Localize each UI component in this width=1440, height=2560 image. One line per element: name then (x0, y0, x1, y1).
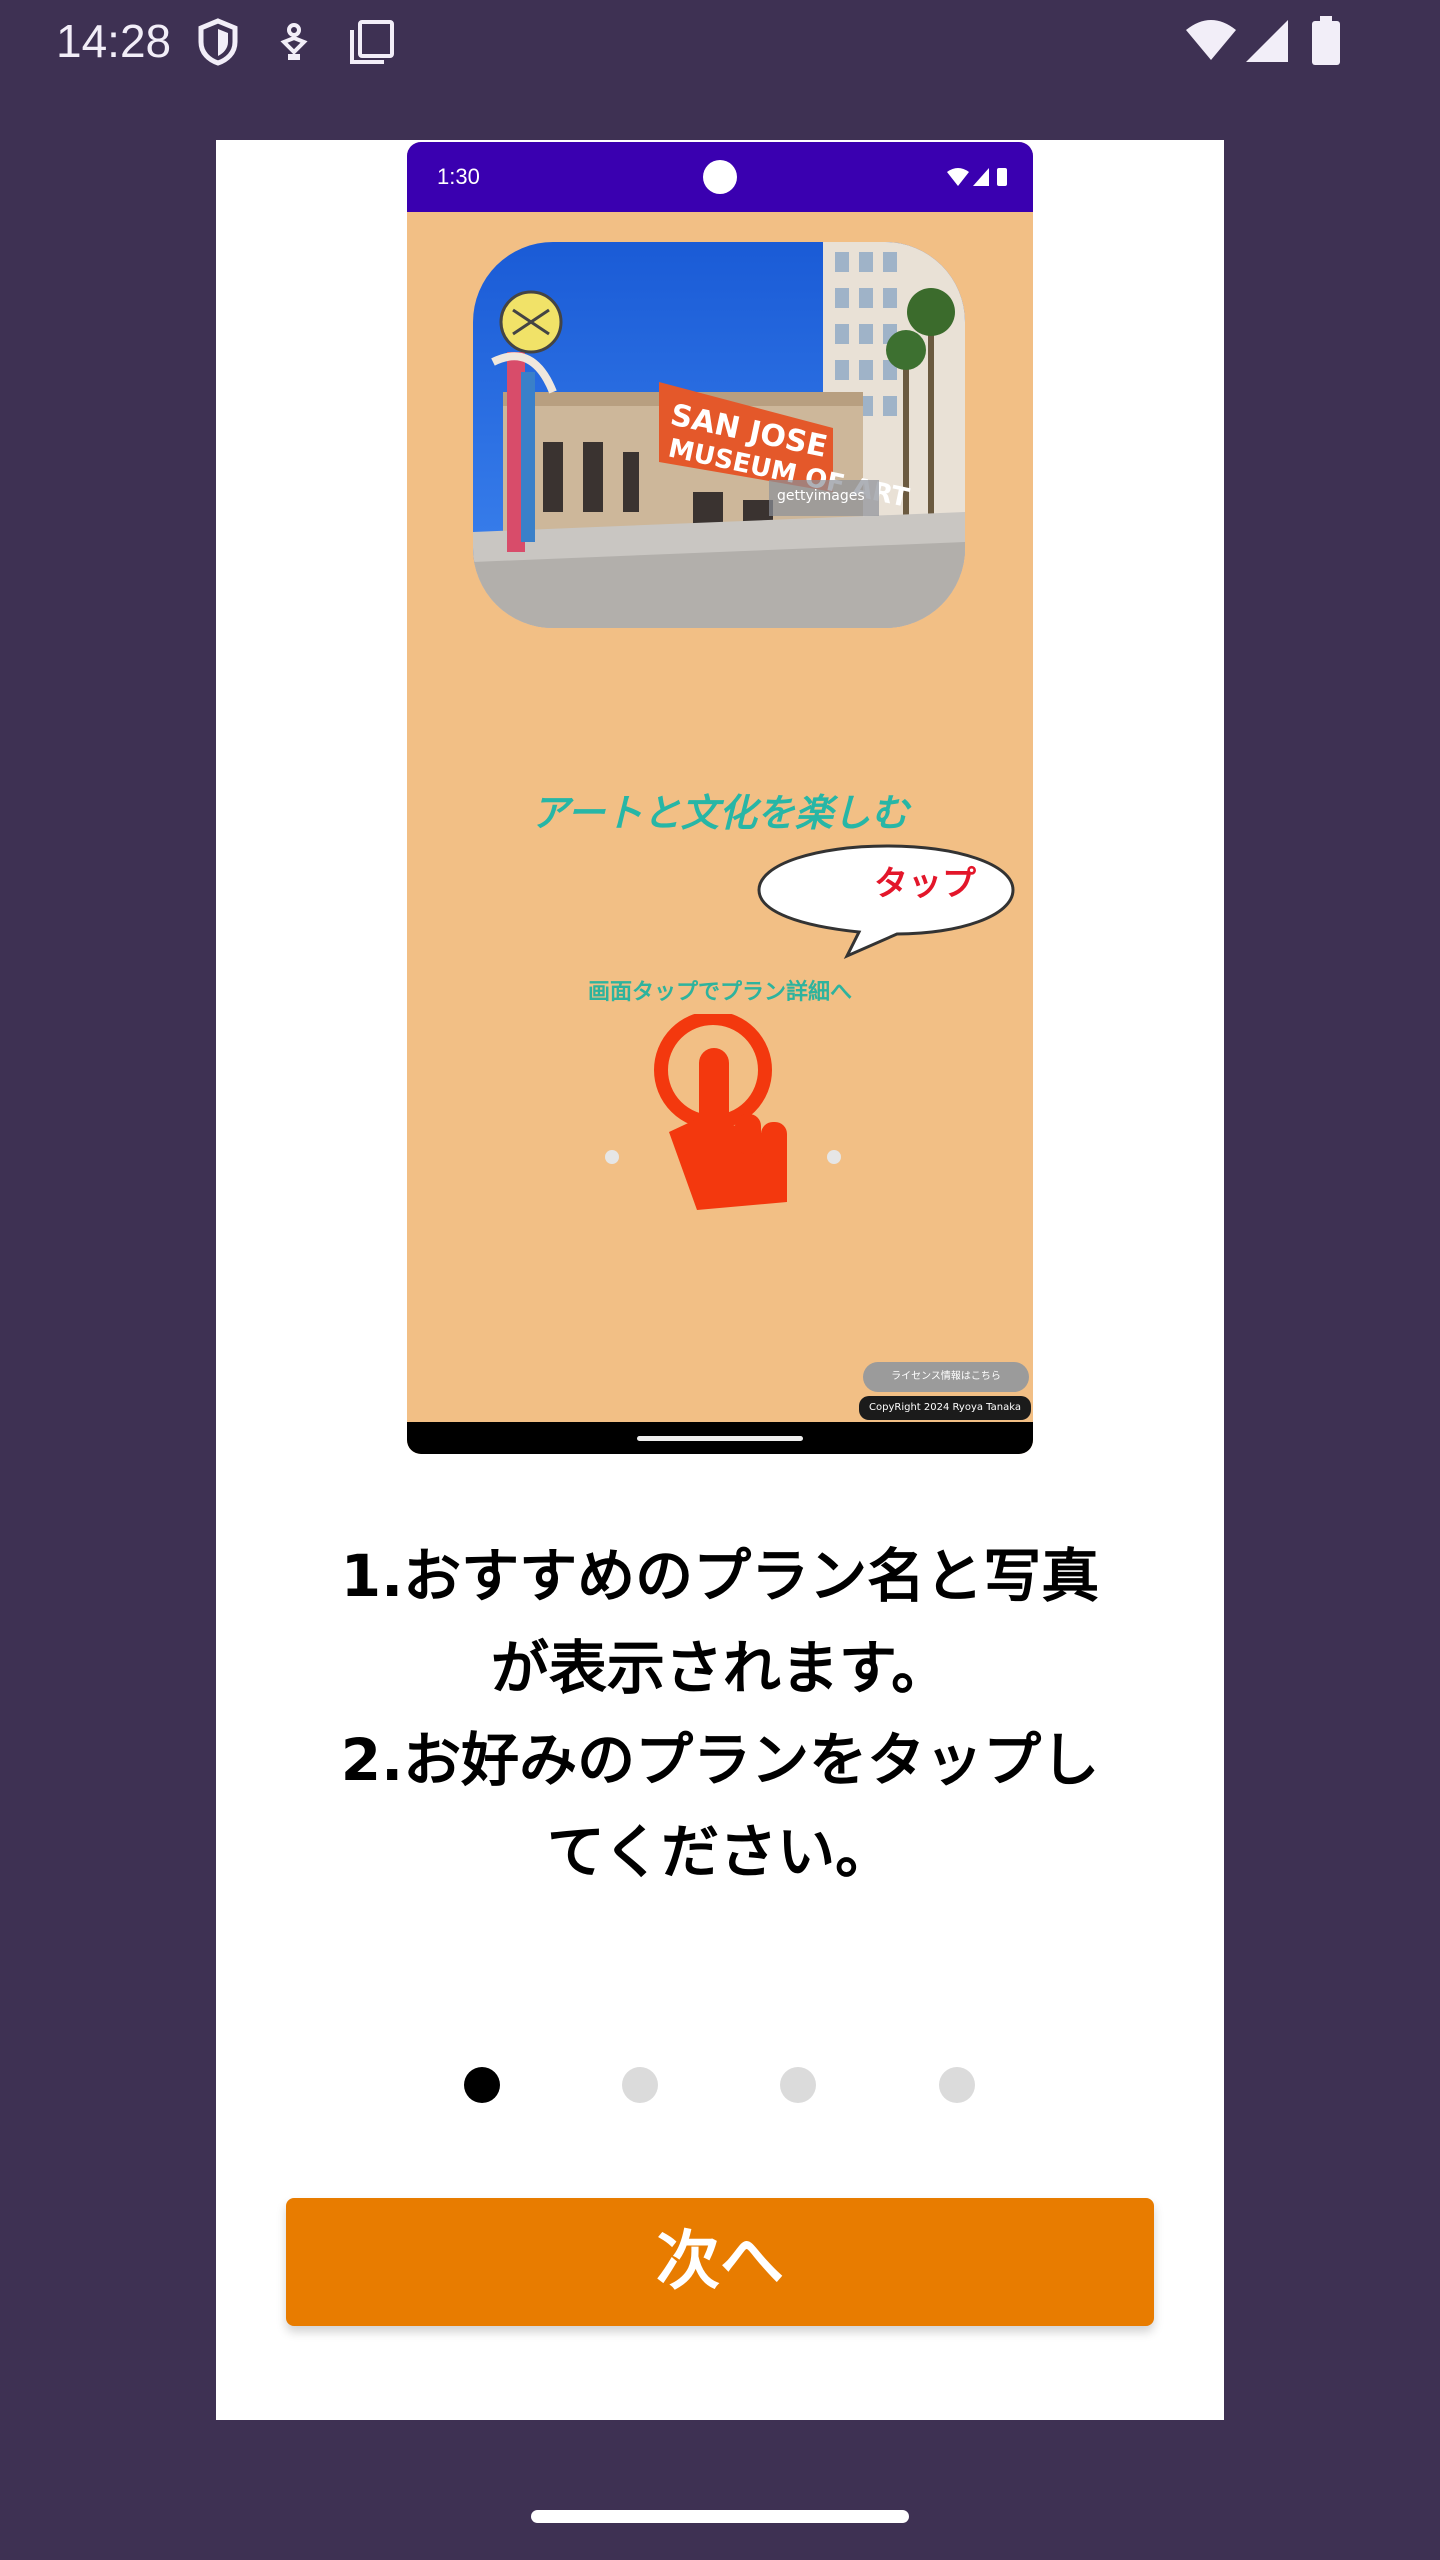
preview-camera-cutout (703, 160, 737, 194)
preview-nav-bar (407, 1422, 1033, 1454)
pager-dot-4[interactable] (939, 2067, 975, 2103)
preview-status-bar: 1:30 (407, 142, 1033, 212)
bubble-text: タップ (874, 864, 976, 904)
pager-dot-3[interactable] (780, 2067, 816, 2103)
preview-status-icons (945, 166, 1015, 192)
preview-pager-dot (827, 1150, 841, 1164)
preview-pager-dot (605, 1150, 619, 1164)
preview-license-button: ライセンス情報はこちら (863, 1362, 1029, 1392)
pager-dot-1[interactable] (464, 2067, 500, 2103)
next-button[interactable]: 次へ (286, 2198, 1154, 2326)
instruction-line: 1.おすすめのプラン名と写真 (340, 1542, 1100, 1610)
shield-icon (196, 18, 240, 70)
battery-icon (1310, 16, 1342, 70)
copy-icon (348, 18, 396, 70)
instruction-line: てください。 (546, 1818, 894, 1886)
pager-dot-2[interactable] (622, 2067, 658, 2103)
museum-photo: SAN JOSE MUSEUM OF ART gettyimages (473, 242, 965, 628)
usb-debug-icon (276, 18, 312, 70)
status-time: 14:28 (56, 15, 172, 67)
preview-status-time: 1:30 (437, 164, 480, 189)
status-bar: 14:28 (0, 0, 1440, 84)
onboarding-dialog: 1:30 SAN JOSE MUSEUM OF ART gettyimages … (216, 140, 1224, 2420)
preview-gesture-pill (637, 1436, 803, 1441)
gesture-nav-handle[interactable] (531, 2510, 909, 2523)
wifi-icon (1184, 16, 1238, 68)
instruction-line: 2.お好みのプランをタップし (340, 1726, 1100, 1794)
preview-headline: アートと文化を楽しむ (531, 791, 909, 835)
preview-subtitle: 画面タップでプラン詳細へ (587, 980, 852, 1005)
preview-copyright: CopyRight 2024 Ryoya Tanaka (859, 1396, 1031, 1420)
signal-icon (1244, 16, 1292, 68)
tap-hand-icon (654, 1014, 787, 1210)
instruction-line: が表示されます。 (490, 1634, 950, 1702)
app-preview-screenshot: 1:30 SAN JOSE MUSEUM OF ART gettyimages … (407, 142, 1033, 1454)
instruction-text: 1.おすすめのプラン名と写真 が表示されます。 2.お好みのプランをタップし て… (216, 1530, 1224, 1898)
svg-text:gettyimages: gettyimages (777, 488, 865, 504)
